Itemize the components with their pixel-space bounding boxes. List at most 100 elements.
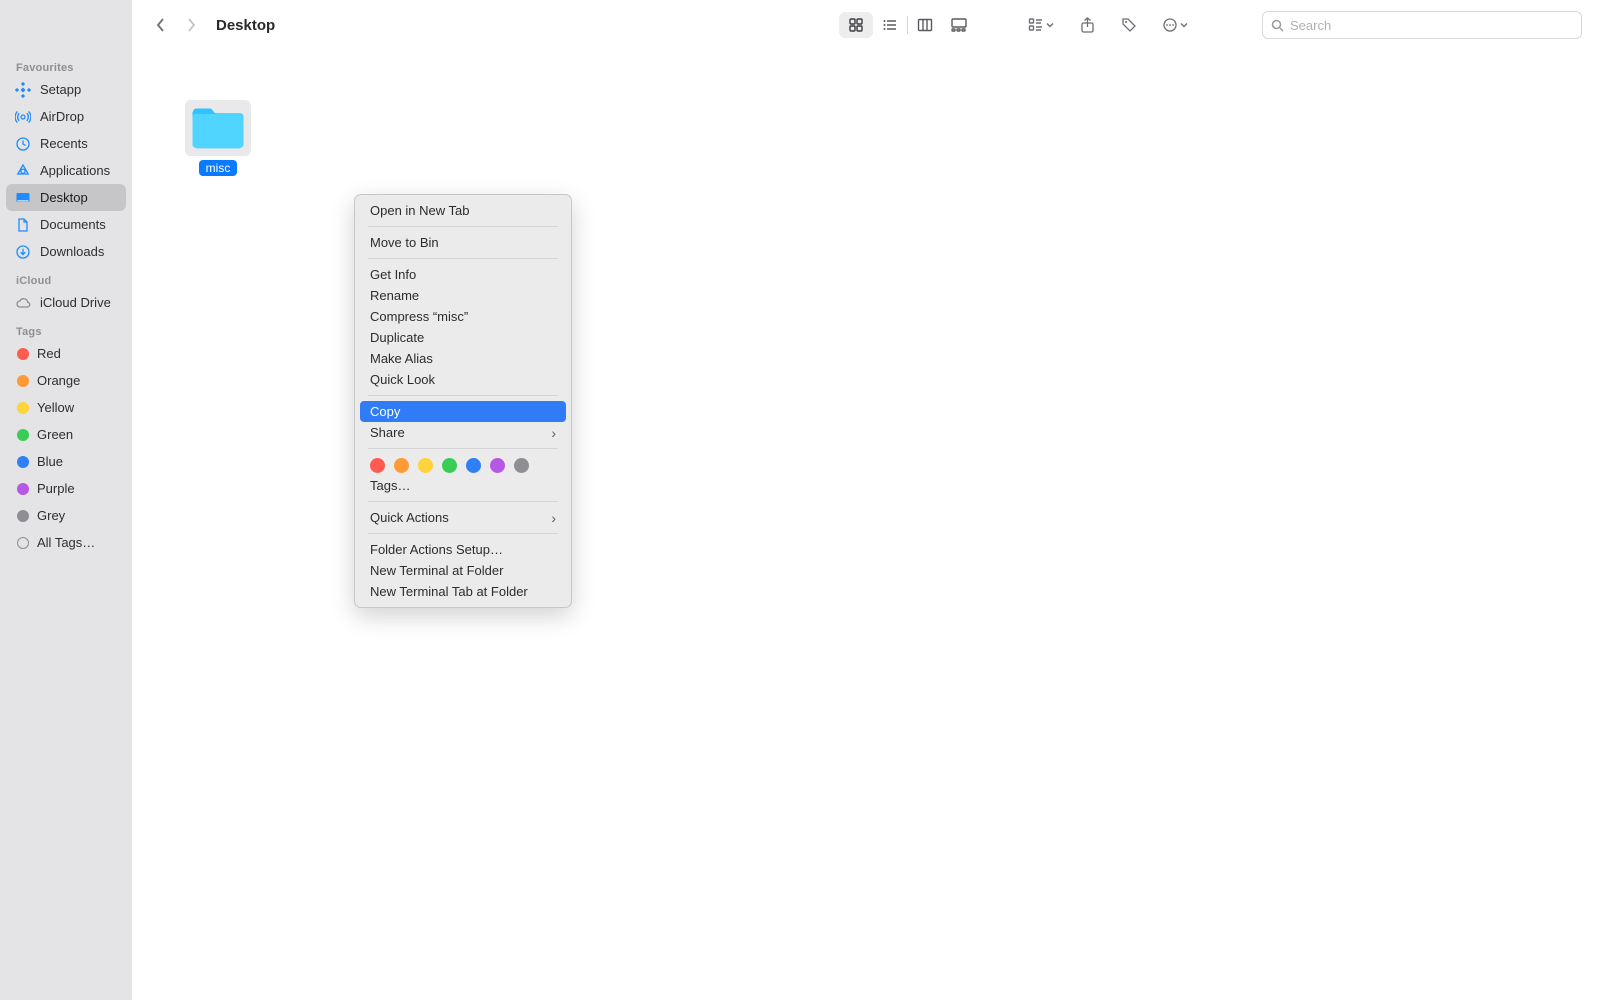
search-field-wrapper[interactable] xyxy=(1262,11,1582,39)
ctx-tag-orange[interactable] xyxy=(394,458,409,473)
sidebar-tag-purple[interactable]: Purple xyxy=(6,475,126,502)
ctx-folder-actions-setup[interactable]: Folder Actions Setup… xyxy=(360,539,566,560)
more-actions-button[interactable] xyxy=(1156,12,1194,38)
content-area[interactable]: misc Open in New Tab Move to Bin Get Inf… xyxy=(132,50,1600,1000)
sidebar-item-applications[interactable]: Applications xyxy=(6,157,126,184)
sidebar-item-label: Grey xyxy=(37,508,65,523)
ctx-quick-look[interactable]: Quick Look xyxy=(360,369,566,390)
documents-icon xyxy=(14,216,32,234)
ctx-make-alias[interactable]: Make Alias xyxy=(360,348,566,369)
context-menu: Open in New Tab Move to Bin Get Info Ren… xyxy=(354,194,572,608)
ctx-tag-green[interactable] xyxy=(442,458,457,473)
view-icons-button[interactable] xyxy=(839,12,873,38)
downloads-icon xyxy=(14,243,32,261)
ctx-label: Get Info xyxy=(370,267,416,282)
folder-label: misc xyxy=(199,160,238,176)
sidebar-item-label: AirDrop xyxy=(40,109,84,124)
sidebar-section-tags: Tags Red Orange Yellow Green Blue Purple… xyxy=(6,322,126,556)
ctx-label: Open in New Tab xyxy=(370,203,470,218)
share-button[interactable] xyxy=(1072,12,1102,38)
tag-dot-icon xyxy=(17,510,29,522)
sidebar-item-setapp[interactable]: Setapp xyxy=(6,76,126,103)
separator xyxy=(368,258,558,259)
ctx-tag-purple[interactable] xyxy=(490,458,505,473)
chevron-right-icon: › xyxy=(551,425,556,441)
separator xyxy=(368,395,558,396)
back-button[interactable] xyxy=(150,14,172,36)
folder-icon xyxy=(189,104,247,152)
ctx-label: Move to Bin xyxy=(370,235,439,250)
sidebar-item-documents[interactable]: Documents xyxy=(6,211,126,238)
ctx-label: Rename xyxy=(370,288,419,303)
tag-dot-icon xyxy=(17,456,29,468)
tag-dot-icon xyxy=(17,429,29,441)
setapp-icon xyxy=(14,81,32,99)
ctx-tag-grey[interactable] xyxy=(514,458,529,473)
sidebar-item-label: Orange xyxy=(37,373,80,388)
sidebar-item-desktop[interactable]: Desktop xyxy=(6,184,126,211)
sidebar-tag-blue[interactable]: Blue xyxy=(6,448,126,475)
ctx-tags-more[interactable]: Tags… xyxy=(360,475,566,496)
sidebar-tag-green[interactable]: Green xyxy=(6,421,126,448)
sidebar-heading-tags: Tags xyxy=(6,322,126,340)
view-gallery-button[interactable] xyxy=(942,12,976,38)
sidebar-item-label: Red xyxy=(37,346,61,361)
ctx-label: Quick Look xyxy=(370,372,435,387)
tag-dot-icon xyxy=(17,483,29,495)
group-by-button[interactable] xyxy=(1022,12,1060,38)
ctx-label: Tags… xyxy=(370,478,410,493)
recents-icon xyxy=(14,135,32,153)
ctx-get-info[interactable]: Get Info xyxy=(360,264,566,285)
ctx-label: Share xyxy=(370,425,405,440)
search-input[interactable] xyxy=(1290,18,1573,33)
folder-selection xyxy=(185,100,251,156)
ctx-tag-yellow[interactable] xyxy=(418,458,433,473)
ctx-duplicate[interactable]: Duplicate xyxy=(360,327,566,348)
apps-icon xyxy=(14,162,32,180)
sidebar-tag-orange[interactable]: Orange xyxy=(6,367,126,394)
sidebar-item-label: Blue xyxy=(37,454,63,469)
toolbar: Desktop xyxy=(132,0,1600,50)
sidebar-item-label: iCloud Drive xyxy=(40,295,111,310)
sidebar-item-icloud-drive[interactable]: iCloud Drive xyxy=(6,289,126,316)
tag-dot-icon xyxy=(17,348,29,360)
ctx-tag-blue[interactable] xyxy=(466,458,481,473)
ctx-new-terminal-tab-at-folder[interactable]: New Terminal Tab at Folder xyxy=(360,581,566,602)
view-columns-button[interactable] xyxy=(908,12,942,38)
sidebar-tag-grey[interactable]: Grey xyxy=(6,502,126,529)
sidebar-tag-yellow[interactable]: Yellow xyxy=(6,394,126,421)
sidebar-item-airdrop[interactable]: AirDrop xyxy=(6,103,126,130)
sidebar-item-label: Applications xyxy=(40,163,110,178)
chevron-right-icon: › xyxy=(551,510,556,526)
ctx-label: New Terminal at Folder xyxy=(370,563,503,578)
cloud-icon xyxy=(14,294,32,312)
sidebar-item-recents[interactable]: Recents xyxy=(6,130,126,157)
tag-dot-icon xyxy=(17,402,29,414)
view-mode-group xyxy=(839,12,976,38)
sidebar-tag-red[interactable]: Red xyxy=(6,340,126,367)
ctx-quick-actions[interactable]: Quick Actions › xyxy=(360,507,566,528)
sidebar-item-label: Yellow xyxy=(37,400,74,415)
sidebar-item-label: Recents xyxy=(40,136,88,151)
folder-item-misc[interactable]: misc xyxy=(182,100,254,176)
sidebar: Favourites Setapp AirDrop Recents Applic… xyxy=(0,0,132,1000)
ctx-label: Quick Actions xyxy=(370,510,449,525)
sidebar-tag-all[interactable]: All Tags… xyxy=(6,529,126,556)
ctx-compress[interactable]: Compress “misc” xyxy=(360,306,566,327)
sidebar-item-label: Green xyxy=(37,427,73,442)
ctx-open-new-tab[interactable]: Open in New Tab xyxy=(360,200,566,221)
ctx-copy[interactable]: Copy xyxy=(360,401,566,422)
sidebar-item-label: Desktop xyxy=(40,190,88,205)
ctx-new-terminal-at-folder[interactable]: New Terminal at Folder xyxy=(360,560,566,581)
ctx-rename[interactable]: Rename xyxy=(360,285,566,306)
view-list-button[interactable] xyxy=(873,12,907,38)
ctx-tag-red[interactable] xyxy=(370,458,385,473)
sidebar-item-label: Setapp xyxy=(40,82,81,97)
ctx-label: Make Alias xyxy=(370,351,433,366)
ctx-label: Duplicate xyxy=(370,330,424,345)
tag-button[interactable] xyxy=(1114,12,1144,38)
forward-button[interactable] xyxy=(180,14,202,36)
ctx-share[interactable]: Share › xyxy=(360,422,566,443)
ctx-move-to-bin[interactable]: Move to Bin xyxy=(360,232,566,253)
sidebar-item-downloads[interactable]: Downloads xyxy=(6,238,126,265)
